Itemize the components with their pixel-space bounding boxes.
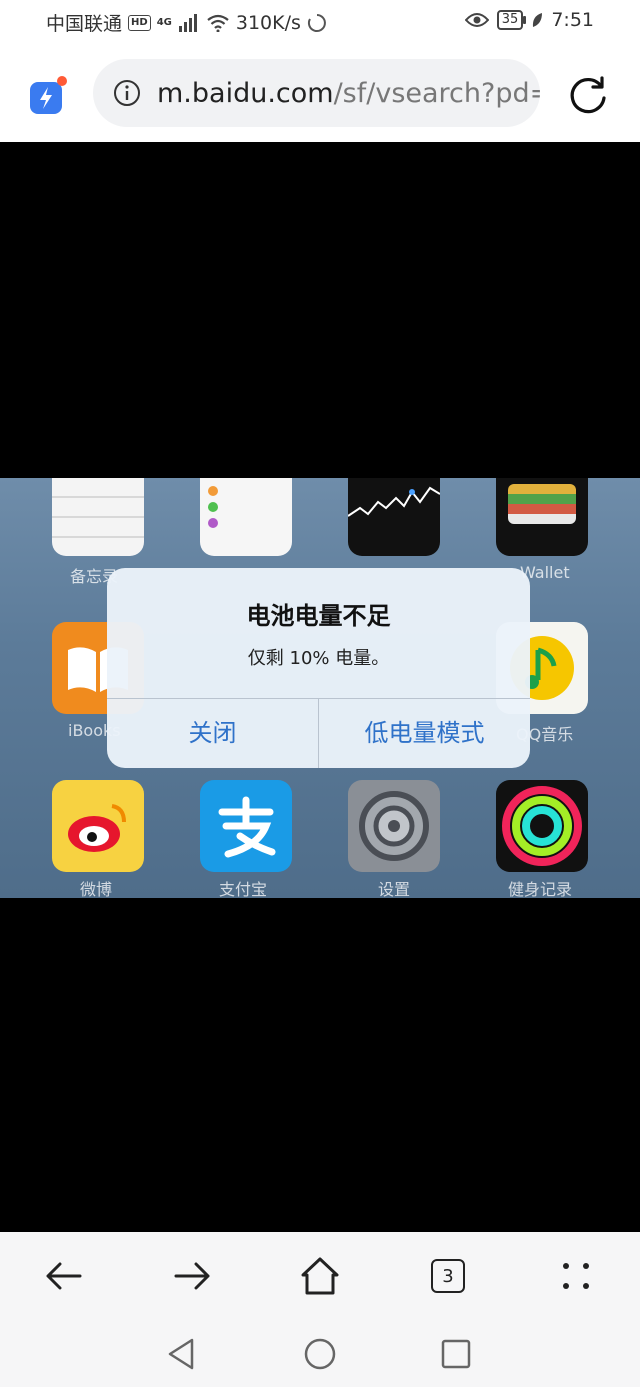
alert-low-power-button: 低电量模式 bbox=[364, 719, 485, 747]
tab-count: 3 bbox=[431, 1259, 465, 1293]
battery-indicator: 35 bbox=[496, 10, 526, 30]
url-host: m.baidu.com bbox=[157, 77, 334, 109]
settings-app-icon bbox=[348, 780, 440, 872]
weibo-logo-icon bbox=[68, 804, 126, 852]
notes-app-icon bbox=[52, 478, 144, 556]
status-bar: 中国联通 HD 4G 310K/s 35 7:51 bbox=[0, 0, 640, 44]
tabs-button[interactable]: 3 bbox=[424, 1252, 472, 1300]
signal-icon bbox=[178, 13, 197, 32]
eye-icon bbox=[464, 13, 489, 27]
low-battery-alert: 电池电量不足 仅剩 10% 电量。 关闭 低电量模式 bbox=[107, 568, 530, 768]
weibo-app-label: 微博 bbox=[80, 880, 113, 898]
back-button[interactable] bbox=[40, 1252, 88, 1300]
leaf-icon bbox=[533, 13, 543, 27]
wifi-icon bbox=[207, 14, 229, 32]
url-bar[interactable]: m.baidu.com/sf/vsearch?pd= bbox=[93, 59, 540, 127]
article-image: 备忘录 Wallet iBooks QQ音乐 微博 支付宝 设置 健身记录 电池… bbox=[0, 478, 640, 898]
clock: 7:51 bbox=[551, 9, 594, 31]
stocks-chart-icon bbox=[347, 486, 441, 517]
url-text[interactable]: m.baidu.com/sf/vsearch?pd= bbox=[157, 78, 540, 109]
reminders-app-icon bbox=[200, 478, 292, 556]
arrow-left-icon bbox=[46, 1262, 82, 1290]
alert-close-button: 关闭 bbox=[188, 719, 237, 747]
alert-message: 仅剩 10% 电量。 bbox=[247, 648, 390, 669]
alipay-app-label: 支付宝 bbox=[219, 880, 268, 898]
speed-label: 310K/s bbox=[235, 11, 301, 34]
page-content: 备忘录 Wallet iBooks QQ音乐 微博 支付宝 设置 健身记录 电池… bbox=[0, 142, 640, 1232]
carrier-label: 中国联通 bbox=[46, 13, 123, 35]
system-navigation-bar bbox=[0, 1320, 640, 1387]
home-icon bbox=[301, 1257, 339, 1295]
wallet-app-icon bbox=[496, 478, 588, 556]
activity-rings-icon bbox=[502, 786, 582, 866]
forward-button[interactable] bbox=[168, 1252, 216, 1300]
alert-title: 电池电量不足 bbox=[246, 602, 391, 630]
more-dots-icon bbox=[563, 1263, 589, 1289]
nav-home-icon[interactable] bbox=[302, 1336, 338, 1372]
loading-icon bbox=[307, 13, 326, 32]
hd-badge: HD bbox=[128, 14, 151, 31]
browser-toolbar: 3 bbox=[0, 1232, 640, 1320]
network-label: 4G bbox=[156, 17, 172, 28]
status-left: 中国联通 HD 4G 310K/s bbox=[46, 9, 327, 36]
url-path: /sf/vsearch?pd= bbox=[333, 77, 540, 109]
stocks-app-icon bbox=[347, 478, 441, 556]
activity-app-label: 健身记录 bbox=[508, 880, 573, 898]
gear-icon bbox=[359, 791, 429, 861]
browser-logo-icon[interactable] bbox=[28, 76, 68, 116]
settings-app-label: 设置 bbox=[378, 880, 411, 898]
more-button[interactable] bbox=[552, 1252, 600, 1300]
alipay-logo-icon bbox=[218, 796, 276, 858]
weibo-app-icon bbox=[52, 780, 144, 872]
info-icon[interactable] bbox=[113, 79, 141, 107]
activity-app-icon bbox=[496, 780, 588, 872]
alipay-app-icon bbox=[200, 780, 292, 872]
address-bar-area: m.baidu.com/sf/vsearch?pd= bbox=[0, 44, 640, 142]
reload-icon[interactable] bbox=[568, 74, 610, 116]
status-right: 35 7:51 bbox=[464, 9, 594, 31]
home-button[interactable] bbox=[296, 1252, 344, 1300]
arrow-right-icon bbox=[174, 1262, 210, 1290]
nav-back-icon[interactable] bbox=[164, 1336, 200, 1372]
nav-recents-icon[interactable] bbox=[438, 1336, 474, 1372]
